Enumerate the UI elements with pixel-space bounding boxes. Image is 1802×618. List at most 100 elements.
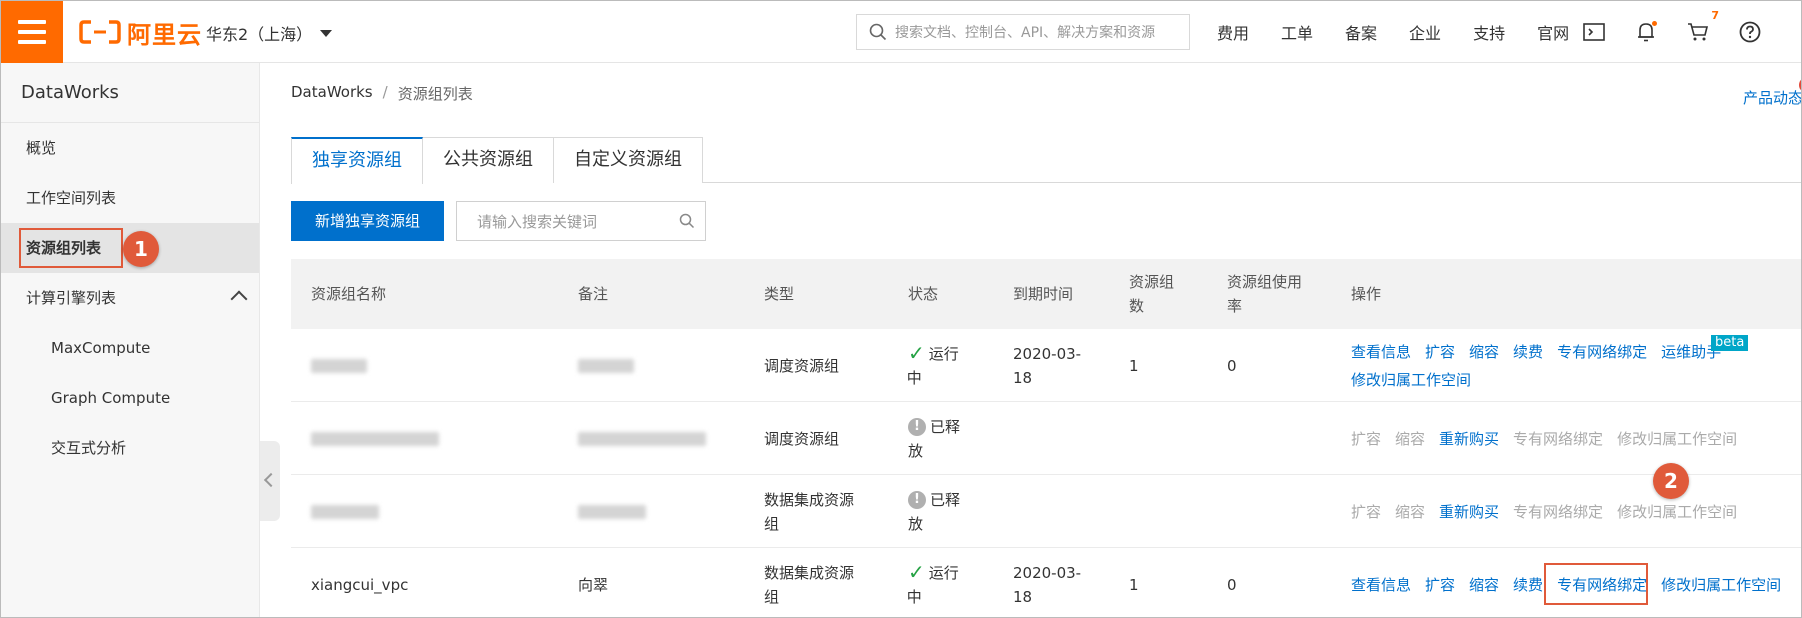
product-news-link[interactable]: 产品动态 [1743,87,1801,108]
op-scale-out[interactable]: 扩容 [1425,340,1455,364]
table-row: 数据集成资源 组 ! 已释 放 扩容 缩容 重新购买 专有网络绑定 修改归属工作… [291,463,1801,548]
breadcrumb-root[interactable]: DataWorks [291,83,373,104]
main-content: DataWorks / 资源组列表 产品动态 独享资源组 公共资源组 自定义资源… [291,63,1801,617]
status-text-line1: 已释 [930,490,961,509]
nav-link-website[interactable]: 官网 [1537,20,1569,44]
sidebar-item-workspaces[interactable]: 工作空间列表 [1,173,259,223]
sidebar-item-label: 概览 [26,139,57,157]
cell-name-redacted [311,402,439,475]
expire-line1: 2020-03- [1013,344,1082,363]
nav-link-fees[interactable]: 费用 [1217,20,1249,44]
status-text-line2: 放 [908,441,924,460]
nav-link-enterprise[interactable]: 企业 [1409,20,1441,44]
cell-status: ✓ 运行 中 [906,548,959,617]
help-icon[interactable] [1737,19,1763,45]
cell-ops: 扩容 缩容 重新购买 专有网络绑定 修改归属工作空间 [1351,402,1801,475]
sidebar-item-label: Graph Compute [51,389,171,407]
check-icon: ✓ [908,340,925,365]
col-header-count-line1: 资源组 [1129,273,1175,291]
hamburger-menu-button[interactable] [1,1,63,63]
tab-exclusive[interactable]: 独享资源组 [291,137,423,184]
op-vpc-bind-disabled: 专有网络绑定 [1513,502,1604,521]
op-renew[interactable]: 续费 [1513,573,1543,597]
nav-link-icp[interactable]: 备案 [1345,20,1377,44]
bell-icon[interactable] [1633,19,1659,45]
op-scale-out[interactable]: 扩容 [1425,573,1455,597]
nav-link-support[interactable]: 支持 [1473,20,1505,44]
info-icon: ! [908,490,926,509]
status-text-line1: 已释 [930,417,961,436]
cell-usage: 0 [1227,356,1237,375]
status-text-line2: 中 [906,587,922,606]
breadcrumb: DataWorks / 资源组列表 [291,83,473,104]
redacted-text [311,431,439,446]
table-row: 调度资源组 ! 已释 放 扩容 缩容 重新购买 专有网络绑定 修改归属工作空间 [291,402,1801,475]
col-header-status: 状态 [908,285,939,303]
terminal-icon[interactable] [1581,19,1607,45]
col-header-name: 资源组名称 [311,285,387,303]
status-text-line2: 中 [906,368,922,387]
sidebar-item-interactive-analysis[interactable]: 交互式分析 [1,423,259,473]
col-header-usage-line2: 率 [1227,297,1243,315]
add-exclusive-group-button[interactable]: 新增独享资源组 [291,201,445,241]
op-view-info[interactable]: 查看信息 [1351,573,1411,597]
cart-icon[interactable]: 7 [1685,9,1719,45]
op-vpc-bind[interactable]: 专有网络绑定 [1557,340,1647,364]
op-change-workspace[interactable]: 修改归属工作空间 [1661,573,1781,597]
info-icon: ! [908,417,926,436]
brand-name: 阿里云 [127,20,202,49]
nav-link-tickets[interactable]: 工单 [1281,20,1313,44]
sidebar-item-resource-groups[interactable]: 资源组列表 1 [1,223,259,273]
tab-custom[interactable]: 自定义资源组 [553,137,703,183]
cell-name: xiangcui_vpc [311,575,409,594]
resource-group-tabs: 独享资源组 公共资源组 自定义资源组 [291,137,1801,184]
cell-name-redacted [311,329,367,402]
tab-public[interactable]: 公共资源组 [422,137,554,183]
chevron-up-icon[interactable] [230,290,248,308]
cell-type: 调度资源组 [764,356,840,375]
op-repurchase[interactable]: 重新购买 [1439,427,1499,451]
region-selector[interactable]: 华东2（上海） [206,21,333,45]
type-line1: 数据集成资源 [764,563,855,582]
op-vpc-bind-disabled: 专有网络绑定 [1513,429,1604,448]
sidebar: DataWorks 概览 工作空间列表 资源组列表 1 计算引擎列表 MaxCo… [1,63,260,617]
sidebar-item-overview[interactable]: 概览 [1,123,259,173]
expire-line1: 2020-03- [1013,563,1082,582]
op-change-workspace[interactable]: 修改归属工作空间 [1351,368,1471,392]
op-renew[interactable]: 续费 [1513,340,1543,364]
aliyun-logo[interactable]: 阿里云 [79,15,202,49]
redacted-text [311,358,367,373]
redacted-text [578,358,634,373]
search-input[interactable]: 请输入搜索关键词 [456,201,707,241]
sidebar-item-compute-engines[interactable]: 计算引擎列表 [1,273,259,323]
type-line1: 数据集成资源 [764,490,855,509]
op-scale-in[interactable]: 缩容 [1469,340,1499,364]
cell-note: 向翠 [578,575,609,594]
table-header: 资源组名称 备注 类型 状态 到期时间 资源组 数 资源组使用 率 操作 [291,259,1801,329]
type-line2: 组 [764,514,780,533]
cell-usage: 0 [1227,575,1237,594]
sidebar-item-maxcompute[interactable]: MaxCompute [1,323,259,373]
op-view-info[interactable]: 查看信息 [1351,340,1411,364]
col-header-count-line2: 数 [1129,297,1145,315]
sidebar-item-graph-compute[interactable]: Graph Compute [1,373,259,423]
col-header-count: 资源组 数 [1129,259,1174,329]
op-scale-out-disabled: 扩容 [1351,502,1382,521]
col-header-note: 备注 [578,285,609,303]
expire-line2: 18 [1013,368,1033,387]
cell-name-redacted [311,475,379,548]
global-search-input[interactable]: 搜索文档、控制台、API、解决方案和资源 [856,14,1190,50]
sidebar-collapse-handle[interactable] [260,441,280,521]
console-window: 阿里云 华东2（上海） 搜索文档、控制台、API、解决方案和资源 费用 工单 备… [0,0,1802,618]
cell-type: 数据集成资源 组 [764,475,854,548]
cell-ops: 扩容 缩容 重新购买 专有网络绑定 修改归属工作空间 [1351,475,1801,548]
cell-count: 1 [1129,356,1139,375]
search-icon[interactable] [679,213,695,229]
table-row: xiangcui_vpc 向翠 数据集成资源 组 ✓ 运行 中 2020-03-… [291,548,1801,617]
cell-type: 调度资源组 [764,429,840,448]
cell-expire: 2020-03- 18 [1013,548,1082,617]
redacted-text [578,504,646,519]
op-scale-in[interactable]: 缩容 [1469,573,1499,597]
op-repurchase[interactable]: 重新购买 [1439,500,1499,524]
col-header-usage: 资源组使用 率 [1227,259,1302,329]
